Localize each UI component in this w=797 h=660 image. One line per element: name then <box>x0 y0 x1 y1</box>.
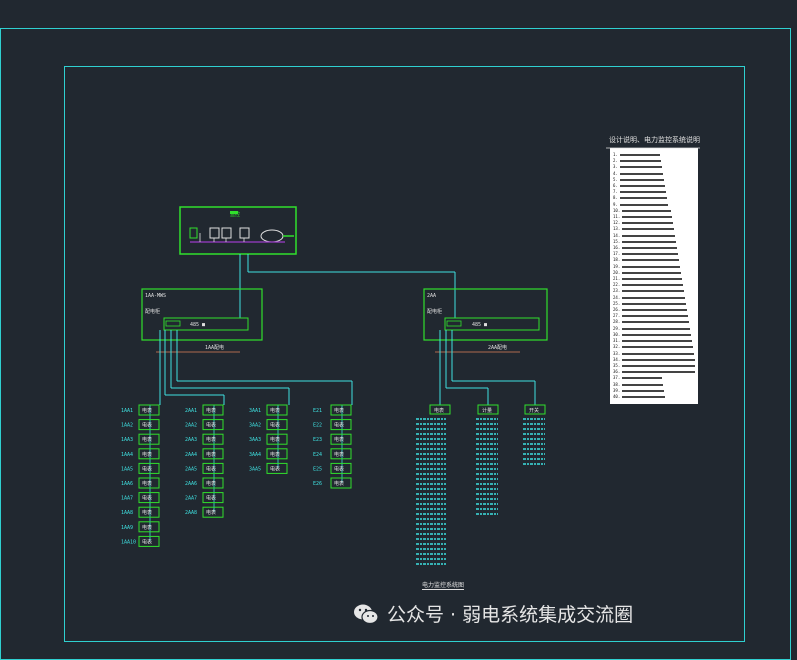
note-line: 32. <box>613 344 695 350</box>
left-box-sub: 配电柜 <box>145 309 161 315</box>
circuit-label: 2AA6 <box>185 481 197 487</box>
circuit-label: 1AA7 <box>121 496 133 502</box>
circuit-label: 2AA2 <box>185 423 197 429</box>
circuit-label: E22 <box>313 423 322 429</box>
meter-label: 电表 <box>142 480 152 487</box>
meter-label: 电表 <box>206 509 216 516</box>
meter-label: 电表 <box>206 480 216 487</box>
meter-label: 电表 <box>270 465 280 472</box>
group-header: 开关 <box>529 407 539 414</box>
circuit-label: 2AA1 <box>185 408 197 414</box>
meter-label: 电表 <box>206 422 216 429</box>
meter-label: 电表 <box>142 407 152 414</box>
note-line: 29. <box>613 326 695 332</box>
meter-label: 电表 <box>270 422 280 429</box>
right-panel-box <box>423 288 548 341</box>
circuit-label: E21 <box>313 408 322 414</box>
circuit-label: E26 <box>313 481 322 487</box>
watermark-text: 公众号 · 弱电系统集成交流圈 <box>387 604 634 626</box>
left-box-title: 1AA-MWS <box>145 293 167 299</box>
circuit-label: 2AA3 <box>185 437 197 443</box>
circuit-label: 3AA5 <box>249 466 261 472</box>
watermark: 公众号 · 弱电系统集成交流圈 <box>353 600 633 627</box>
notes-text: 1. 2. 3. 4. 5. 6. 7. 8. 9. 10. 11. 12. 13. 14. 15. 16. 1… <box>613 152 695 402</box>
circuit-label: 2AA5 <box>185 466 197 472</box>
circuit-label: 1AA5 <box>121 466 133 472</box>
meter-label: 电表 <box>334 465 344 472</box>
circuit-label: E24 <box>313 452 322 458</box>
meter-label: 电表 <box>334 422 344 429</box>
left-caption: 1AA配电 <box>205 345 225 351</box>
circuit-label: 1AA3 <box>121 437 133 443</box>
group-header: 计量 <box>482 407 492 414</box>
meter-label: 电表 <box>206 495 216 502</box>
circuit-label: 2AA8 <box>185 510 197 516</box>
meter-label: 电表 <box>206 436 216 443</box>
meter-label: 电表 <box>270 407 280 414</box>
meter-label: 电表 <box>206 451 216 458</box>
circuit-label: E25 <box>313 466 322 472</box>
meter-label: 电表 <box>334 480 344 487</box>
circuit-label: 1AA10 <box>121 539 136 545</box>
circuit-label: 1AA6 <box>121 481 133 487</box>
wechat-icon <box>354 604 379 624</box>
note-line: 28. <box>613 319 695 325</box>
meter-label: 电表 <box>142 465 152 472</box>
meter-label: 电表 <box>142 436 152 443</box>
notes-title: 设计说明、电力监控系统说明 <box>609 136 700 144</box>
meter-label: 电表 <box>142 538 152 545</box>
note-line: 40. <box>613 394 695 400</box>
circuit-label: 1AA4 <box>121 452 133 458</box>
meter-label: 电表 <box>270 451 280 458</box>
note-line: 23. <box>613 288 695 294</box>
meter-label: 电表 <box>334 451 344 458</box>
right-caption: 2AA配电 <box>488 345 508 351</box>
circuit-label: 1AA9 <box>121 525 133 531</box>
circuit-label: 1AA1 <box>121 408 133 414</box>
meter-label: 电表 <box>206 465 216 472</box>
note-line: 24. <box>613 295 695 301</box>
group-header: 电表 <box>434 407 444 414</box>
circuit-label: 3AA4 <box>249 452 261 458</box>
right-box-title: 2AA <box>427 293 437 299</box>
circuit-label: 2AA4 <box>185 452 197 458</box>
circuit-label: 1AA2 <box>121 423 133 429</box>
meter-label: 电表 <box>206 407 216 414</box>
note-line: 34. <box>613 357 695 363</box>
meter-label: 电表 <box>142 495 152 502</box>
circuit-label: 3AA2 <box>249 423 261 429</box>
bottom-caption: 电力监控系统图 <box>422 582 465 590</box>
meter-label: 电表 <box>334 407 344 414</box>
note-line: 33. <box>613 351 695 357</box>
circuit-label: E23 <box>313 437 322 443</box>
controller-title: 监控 <box>230 212 241 218</box>
meter-label: 电表 <box>142 451 152 458</box>
meter-label: 电表 <box>142 524 152 531</box>
right-box-bar: 485 ■ <box>472 322 488 328</box>
circuit-label: 1AA8 <box>121 510 133 516</box>
meter-label: 电表 <box>142 509 152 516</box>
circuit-label: 3AA1 <box>249 408 261 414</box>
meter-label: 电表 <box>270 436 280 443</box>
circuit-label: 3AA3 <box>249 437 261 443</box>
right-box-sub: 配电柜 <box>427 309 443 315</box>
meter-label: 电表 <box>142 422 152 429</box>
left-box-bar: 485 ■ <box>190 322 206 328</box>
circuit-label: 2AA7 <box>185 496 197 502</box>
meter-label: 电表 <box>334 436 344 443</box>
